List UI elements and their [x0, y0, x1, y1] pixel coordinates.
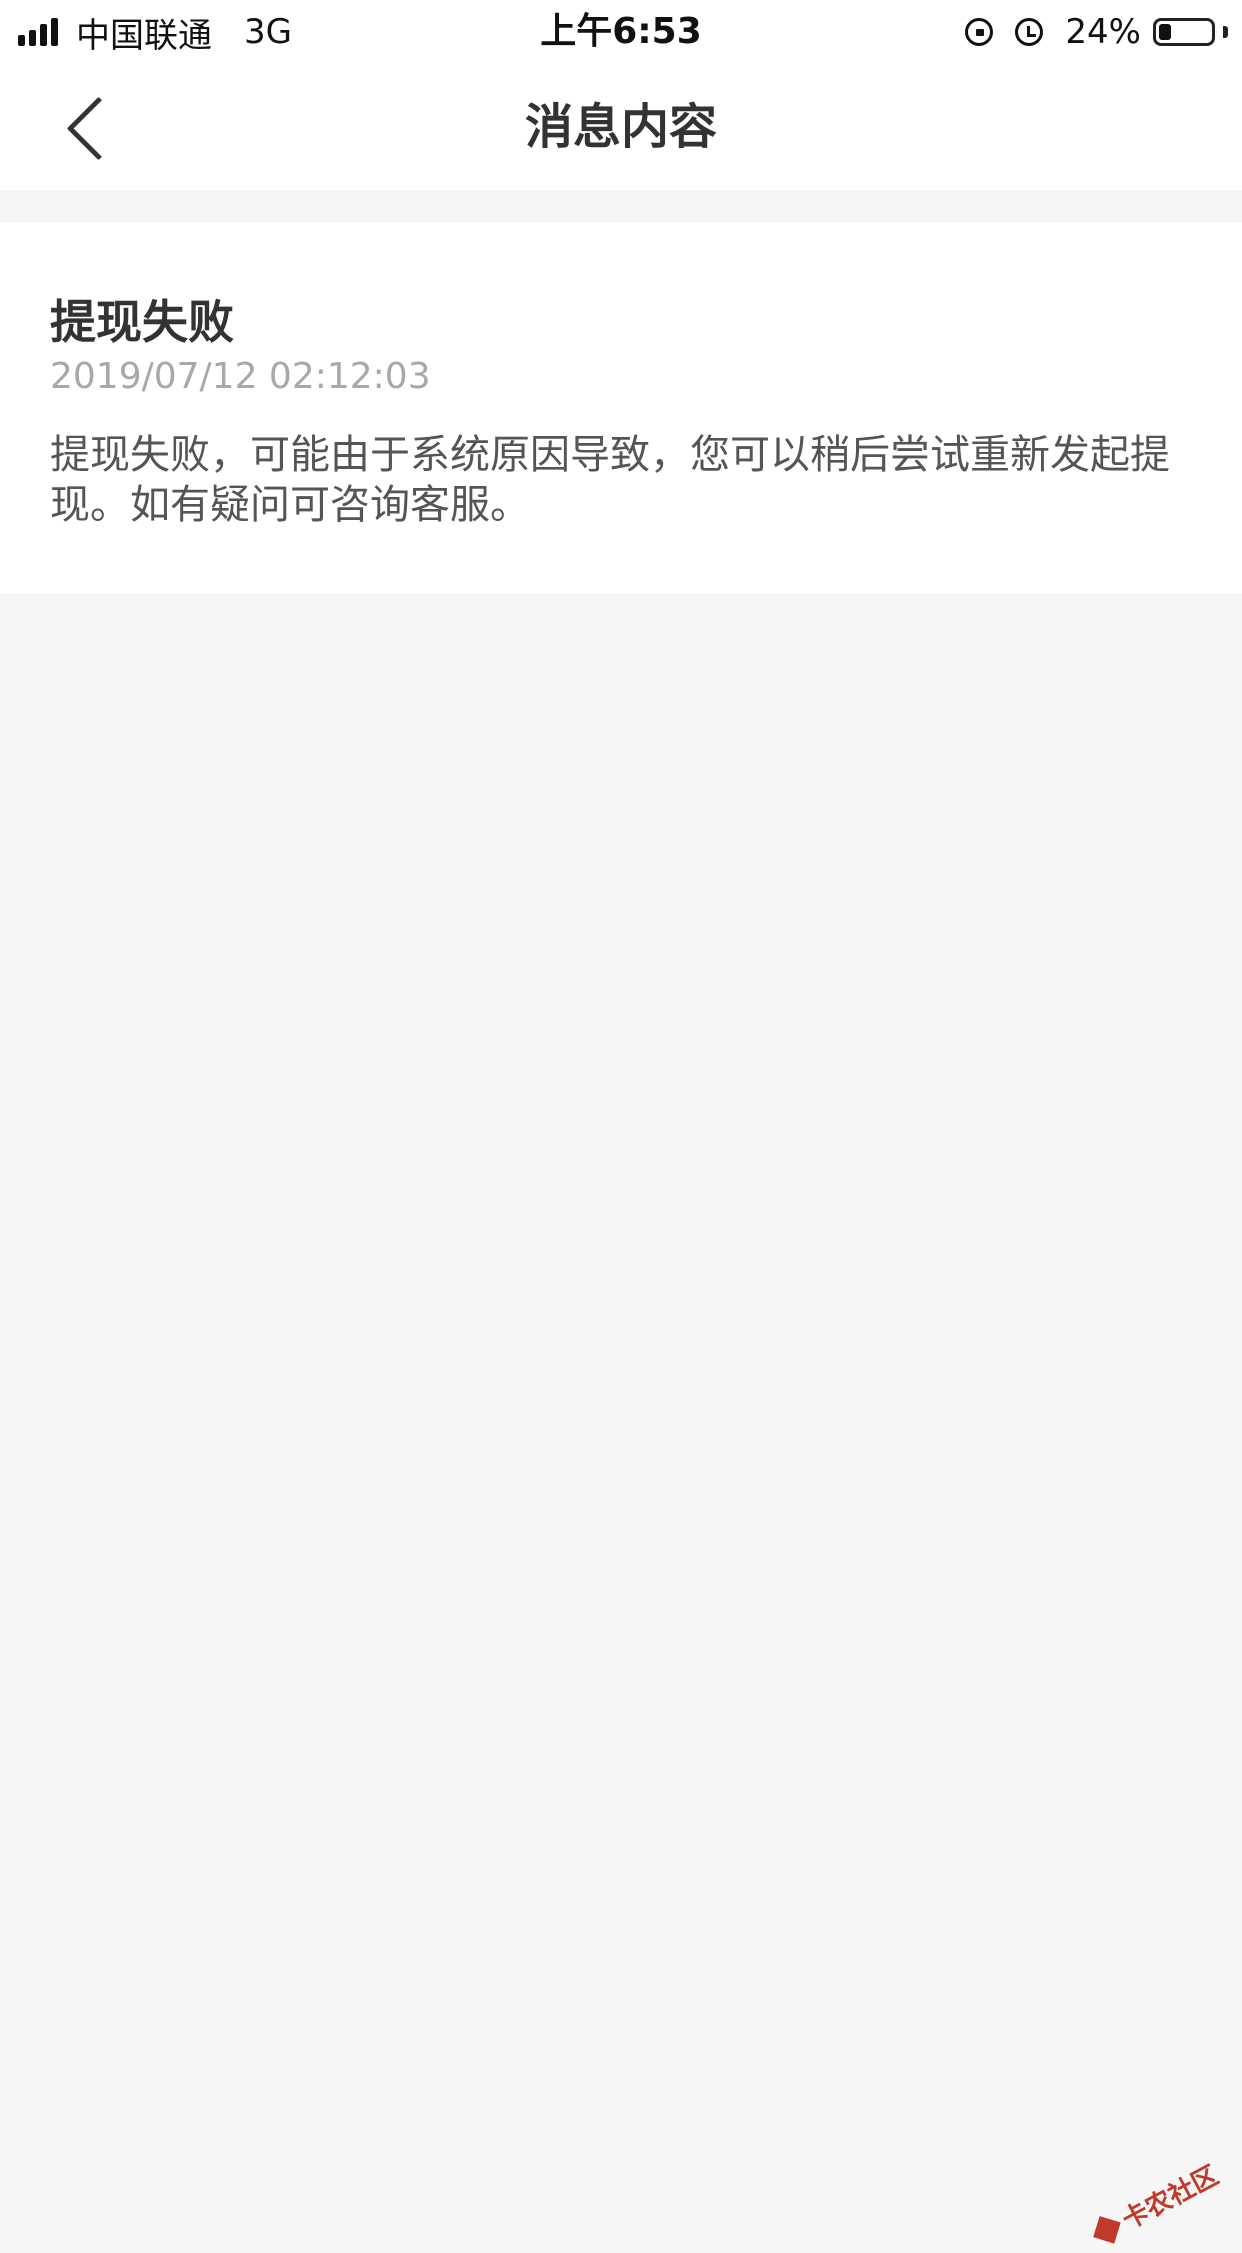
- message-title: 提现失败: [50, 295, 234, 349]
- page-title: 消息内容: [524, 99, 717, 155]
- alarm-icon: [1015, 18, 1044, 46]
- battery-cap: [1223, 26, 1228, 38]
- status-bar-right: 24%: [965, 0, 1228, 64]
- watermark-text: 卡农社区: [1117, 2160, 1224, 2236]
- orientation-lock-icon: [965, 18, 994, 46]
- status-bar: 中国联通 3G 上午6:53 24%: [0, 0, 1242, 64]
- watermark: 卡农社区: [1088, 2155, 1224, 2251]
- message-timestamp: 2019/07/12 02:12:03: [50, 356, 431, 397]
- battery-icon: [1153, 18, 1215, 46]
- message-card: 提现失败 2019/07/12 02:12:03 提现失败，可能由于系统原因导致…: [0, 222, 1242, 594]
- nav-bar: 消息内容: [0, 64, 1242, 190]
- battery-level-fill: [1159, 24, 1171, 40]
- message-body: 提现失败，可能由于系统原因导致，您可以稍后尝试重新发起提现。如有疑问可咨询客服。: [50, 432, 1170, 528]
- watermark-logo-icon: [1092, 2215, 1121, 2244]
- battery-percent: 24%: [1065, 12, 1141, 52]
